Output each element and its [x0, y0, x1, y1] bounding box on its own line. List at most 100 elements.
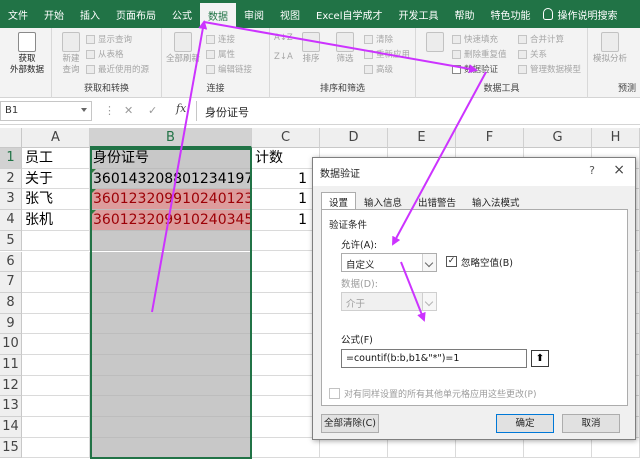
column-header-D[interactable]: D [320, 128, 388, 148]
row-header-2[interactable]: 2 [0, 168, 22, 190]
row-header-3[interactable]: 3 [0, 189, 22, 211]
data-select[interactable]: 介于 [341, 292, 437, 311]
cell-F15[interactable] [456, 437, 524, 459]
dialog-tab-2[interactable]: 出错警告 [410, 192, 464, 210]
formula-input[interactable]: 身份证号 [196, 101, 640, 121]
what-if-analysis-button[interactable]: 模拟分析 [590, 32, 630, 65]
cell-B7[interactable] [90, 272, 252, 293]
cell-E15[interactable] [388, 437, 456, 459]
tab-1[interactable]: 开始 [36, 0, 72, 28]
recent-sources-button[interactable]: 最近使用的源 [86, 63, 149, 75]
reapply-button[interactable]: 重新应用 [364, 48, 410, 60]
new-query-button[interactable]: 新建 查询 [54, 32, 88, 76]
advanced-filter-button[interactable]: 高级 [364, 63, 393, 75]
cell-A11[interactable] [22, 355, 90, 376]
apply-all-checkbox[interactable] [329, 388, 340, 399]
cell-A1[interactable]: 员工 [22, 148, 90, 169]
cell-G15[interactable] [524, 437, 592, 459]
cell-B13[interactable] [90, 396, 252, 418]
cell-B11[interactable] [90, 355, 252, 376]
row-header-12[interactable]: 12 [0, 375, 22, 397]
row-header-7[interactable]: 7 [0, 272, 22, 293]
cell-B2[interactable]: 360143208801234197 [90, 168, 252, 190]
tab-3[interactable]: 页面布局 [108, 0, 164, 28]
select-all-corner[interactable] [0, 128, 22, 148]
text-to-columns-button[interactable] [418, 32, 452, 54]
cell-C10[interactable] [252, 334, 320, 355]
tell-me-search[interactable]: 操作说明搜索 [542, 0, 618, 28]
row-header-4[interactable]: 4 [0, 210, 22, 231]
tab-10[interactable]: 帮助 [447, 0, 483, 28]
ignore-blank-checkbox[interactable]: ✓ [446, 256, 457, 267]
consolidate-button[interactable]: 合并计算 [518, 33, 564, 45]
tab-2[interactable]: 插入 [72, 0, 108, 28]
show-queries-button[interactable]: 显示查询 [86, 33, 132, 45]
cell-C12[interactable] [252, 375, 320, 397]
cell-C5[interactable] [252, 230, 320, 252]
column-header-F[interactable]: F [456, 128, 524, 148]
row-header-1[interactable]: 1 [0, 148, 22, 169]
cell-D15[interactable] [320, 437, 388, 459]
cell-C6[interactable] [252, 251, 320, 273]
cell-C15[interactable] [252, 437, 320, 459]
cell-C9[interactable] [252, 313, 320, 335]
cell-A13[interactable] [22, 396, 90, 418]
cell-B1[interactable]: 身份证号 [90, 148, 252, 169]
row-header-8[interactable]: 8 [0, 292, 22, 314]
column-header-G[interactable]: G [524, 128, 592, 148]
cell-C4[interactable]: 1 [252, 210, 320, 231]
cancel-button[interactable]: 取消 [562, 414, 620, 433]
cell-B5[interactable] [90, 230, 252, 252]
cell-C1[interactable]: 计数 [252, 148, 320, 169]
collapse-dialog-button[interactable]: ⬆ [531, 350, 549, 367]
cell-A9[interactable] [22, 313, 90, 335]
cell-C11[interactable] [252, 355, 320, 376]
cell-B8[interactable] [90, 292, 252, 314]
cell-B10[interactable] [90, 334, 252, 355]
tab-7[interactable]: 视图 [272, 0, 308, 28]
row-header-6[interactable]: 6 [0, 251, 22, 273]
column-header-C[interactable]: C [252, 128, 320, 148]
cell-A6[interactable] [22, 251, 90, 273]
cell-A8[interactable] [22, 292, 90, 314]
insert-function-button[interactable]: fx [176, 102, 186, 115]
row-header-13[interactable]: 13 [0, 396, 22, 418]
manage-data-model-button[interactable]: 管理数据模型 [518, 63, 581, 75]
dialog-tab-1[interactable]: 输入信息 [356, 192, 410, 210]
cell-B14[interactable] [90, 417, 252, 438]
relationships-button[interactable]: 关系 [518, 48, 547, 60]
tab-11[interactable]: 特色功能 [483, 0, 539, 28]
dialog-title-bar[interactable]: 数据验证 ? × [313, 158, 635, 186]
formula-field[interactable]: =countif(b:b,b1&"*")=1 [341, 349, 527, 368]
clear-filter-button[interactable]: 清除 [364, 33, 393, 45]
cell-A12[interactable] [22, 375, 90, 397]
sort-button[interactable]: 排序 [294, 32, 328, 65]
cancel-icon[interactable]: ✕ [124, 104, 133, 117]
cell-C7[interactable] [252, 272, 320, 293]
cell-A7[interactable] [22, 272, 90, 293]
sort-ascending-button[interactable]: A↓Z [274, 33, 293, 43]
dialog-tab-0[interactable]: 设置 [321, 192, 357, 210]
cell-C13[interactable] [252, 396, 320, 418]
ok-button[interactable]: 确定 [496, 414, 554, 433]
enter-check-icon[interactable]: ✓ [148, 104, 157, 117]
cell-A2[interactable]: 关于 [22, 168, 90, 190]
tab-5[interactable]: 数据 [200, 3, 236, 28]
allow-select[interactable]: 自定义 [341, 253, 437, 272]
properties-button[interactable]: 属性 [206, 48, 235, 60]
row-header-9[interactable]: 9 [0, 313, 22, 335]
row-header-14[interactable]: 14 [0, 417, 22, 438]
tab-9[interactable]: 开发工具 [391, 0, 447, 28]
tab-4[interactable]: 公式 [164, 0, 200, 28]
cell-B6[interactable] [90, 251, 252, 273]
row-header-5[interactable]: 5 [0, 230, 22, 252]
column-header-B[interactable]: B [90, 128, 252, 148]
cell-A4[interactable]: 张机 [22, 210, 90, 231]
cell-B12[interactable] [90, 375, 252, 397]
cell-A10[interactable] [22, 334, 90, 355]
clear-all-button[interactable]: 全部清除(C) [321, 414, 379, 433]
remove-duplicates-button[interactable]: 删除重复值 [452, 48, 507, 60]
dialog-tab-3[interactable]: 输入法模式 [464, 192, 528, 210]
tab-0[interactable]: 文件 [0, 0, 36, 28]
column-header-H[interactable]: H [592, 128, 640, 148]
